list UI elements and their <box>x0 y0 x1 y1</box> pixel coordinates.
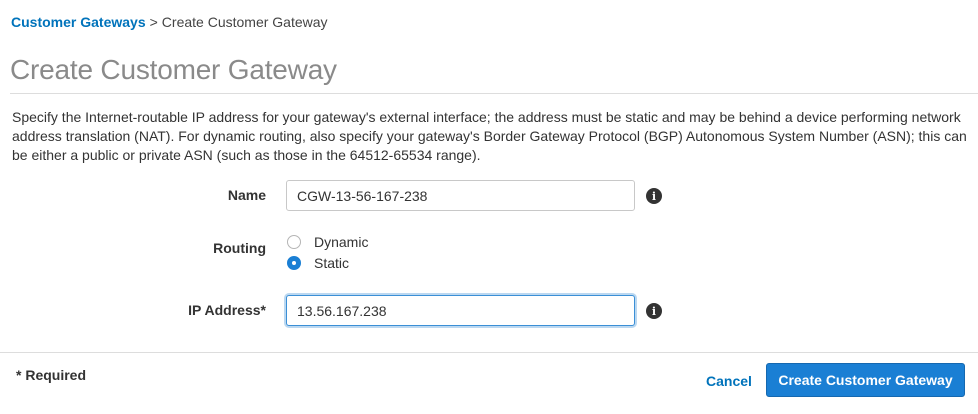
info-icon[interactable]: i <box>646 303 662 319</box>
description-text: Specify the Internet-routable IP address… <box>12 109 967 163</box>
page-title: Create Customer Gateway <box>10 54 337 85</box>
cancel-button[interactable]: Cancel <box>706 373 752 389</box>
radio-unchecked-icon[interactable] <box>287 235 301 249</box>
breadcrumb: Customer Gateways > Create Customer Gatewa… <box>11 13 328 31</box>
footer-divider <box>0 352 978 353</box>
routing-option-dynamic[interactable]: Dynamic <box>287 233 368 251</box>
ip-address-input[interactable] <box>286 295 635 326</box>
name-input[interactable] <box>286 180 635 211</box>
breadcrumb-separator: > <box>149 14 158 30</box>
create-customer-gateway-page: Customer Gateways > Create Customer Gatewa… <box>0 0 978 414</box>
name-label: Name <box>227 187 266 203</box>
routing-option-static[interactable]: Static <box>287 254 349 272</box>
breadcrumb-customer-gateways-link[interactable]: Customer Gateways <box>11 14 146 30</box>
radio-checked-icon[interactable] <box>287 256 301 270</box>
routing-option-static-label: Static <box>314 255 350 271</box>
ip-address-label: IP Address* <box>188 302 266 318</box>
required-note: * Required <box>16 367 87 383</box>
breadcrumb-current: Create Customer Gateway <box>161 14 328 30</box>
routing-option-dynamic-label: Dynamic <box>314 234 369 250</box>
info-icon[interactable]: i <box>646 188 662 204</box>
title-divider <box>10 93 978 94</box>
create-customer-gateway-button[interactable]: Create Customer Gateway <box>766 363 965 397</box>
routing-label: Routing <box>213 240 266 256</box>
